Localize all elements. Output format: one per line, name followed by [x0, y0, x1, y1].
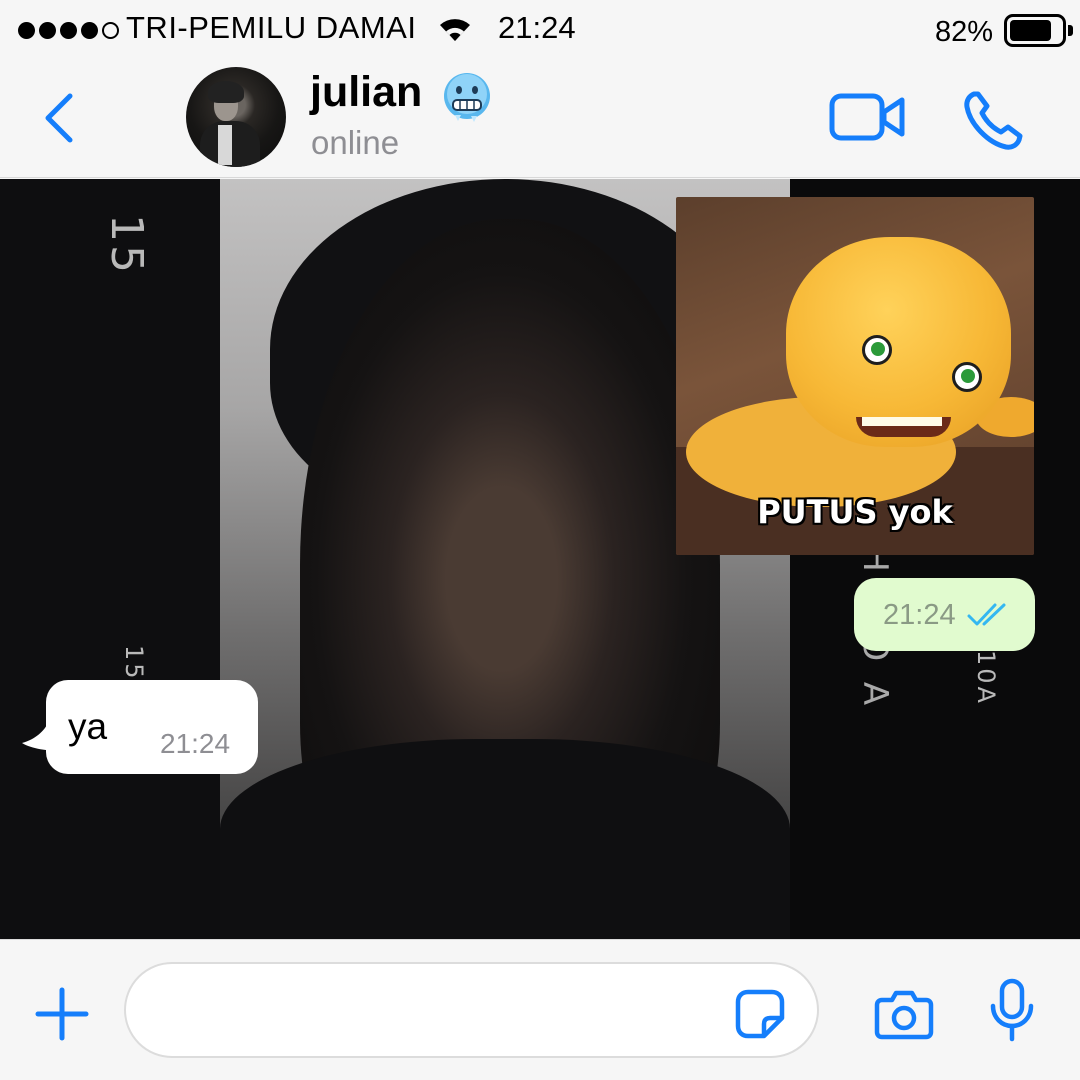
sticker-caption: PUTUS yok [757, 493, 953, 531]
cold-face-emoji-icon [444, 73, 490, 122]
camera-icon[interactable] [874, 988, 934, 1040]
message-composer [0, 939, 1080, 1080]
status-time: 21:24 [498, 10, 576, 45]
microphone-icon[interactable] [988, 978, 1036, 1042]
sticker-icon[interactable] [734, 988, 786, 1040]
signal-strength-icon [18, 22, 119, 39]
video-call-button[interactable] [828, 90, 908, 146]
back-button[interactable] [36, 88, 86, 148]
status-bar: TRI-PEMILU DAMAI 21:24 82% [0, 0, 1080, 58]
battery-percentage: 82% [935, 16, 994, 48]
sticker-message[interactable]: PUTUS yok [676, 197, 1034, 555]
voice-call-button[interactable] [960, 88, 1026, 154]
film-frame-number: 15 [101, 214, 152, 276]
message-time: 21:24 [160, 728, 231, 759]
message-input[interactable] [124, 962, 819, 1058]
chat-header: julian online [0, 58, 1080, 178]
wallpaper-shoulders [220, 739, 790, 939]
battery-fill [1010, 20, 1051, 41]
carrier-name: TRI-PEMILU DAMAI [126, 10, 417, 45]
plus-icon[interactable] [34, 986, 90, 1042]
presence-status: online [311, 124, 400, 161]
outgoing-message-meta[interactable]: 21:24 [854, 578, 1035, 651]
wifi-icon [440, 19, 470, 41]
message-time: 21:24 [883, 599, 956, 631]
contact-name[interactable]: julian [310, 68, 422, 117]
incoming-message[interactable]: ya 21:24 [46, 680, 258, 774]
read-receipt-icon [967, 603, 1006, 626]
film-frame-number: 10A [972, 650, 1000, 706]
message-text: ya [68, 706, 108, 747]
contact-avatar[interactable] [186, 67, 286, 167]
wallpaper-film-strip-left [0, 179, 220, 939]
battery-icon [1004, 14, 1073, 47]
